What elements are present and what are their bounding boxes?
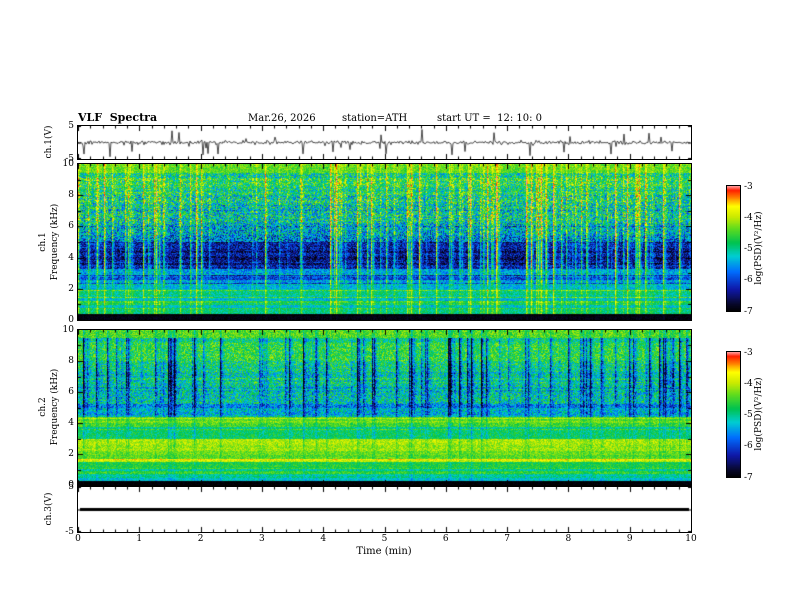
vlf-spectra-figure: VLF Spectra Mar.26, 2026 station=ATH sta… — [0, 0, 792, 612]
x-tick-label: 1 — [129, 534, 149, 544]
colorbar-tick-label: -6 — [744, 275, 764, 285]
wave3-y-tick-label: 5 — [56, 482, 74, 492]
wave1-y-tick-label: 5 — [56, 121, 74, 131]
ch1-waveform-canvas — [78, 126, 691, 159]
colorbar-tick-label: -5 — [744, 244, 764, 254]
ch1-spectrogram-panel — [78, 164, 691, 320]
x-tick-label: 10 — [681, 534, 701, 544]
colorbar-tick-label: -7 — [744, 307, 764, 317]
colorbar-tick-label: -6 — [744, 441, 764, 451]
spec1-y-tick-label: 8 — [56, 190, 74, 200]
spec2-y-tick-label: 6 — [56, 387, 74, 397]
colorbar-tick-label: -7 — [744, 473, 764, 483]
ch3-waveform-ylabel: ch.3(V) — [44, 487, 54, 531]
x-tick-label: 7 — [497, 534, 517, 544]
ch2-spectrogram-canvas — [78, 330, 691, 485]
spec2-y-tick-label: 4 — [56, 418, 74, 428]
x-tick-label: 2 — [191, 534, 211, 544]
spec1-y-tick-label: 2 — [56, 284, 74, 294]
spec1-y-tick-label: 0 — [56, 315, 74, 325]
ch2-spectrogram-ylabel-frequency: Frequency (kHz) — [50, 362, 60, 452]
ch3-waveform-canvas — [78, 487, 691, 532]
x-tick-label: 4 — [313, 534, 333, 544]
ch3-waveform-panel — [78, 487, 691, 532]
colorbar-ch2-canvas — [727, 352, 740, 477]
start-ut-label: start UT = 12: 10: 0 — [437, 113, 542, 124]
colorbar-ch2 — [727, 352, 740, 477]
x-tick-label: 5 — [375, 534, 395, 544]
colorbar-ch1-canvas — [727, 186, 740, 311]
x-tick-label: 6 — [436, 534, 456, 544]
x-axis-label: Time (min) — [344, 546, 424, 557]
colorbar-tick-label: -5 — [744, 410, 764, 420]
ch1-waveform-ylabel: ch.1(V) — [44, 120, 54, 164]
ch1-spectrogram-ylabel-channel: ch.1 — [38, 227, 48, 257]
colorbar-ch1 — [727, 186, 740, 311]
x-tick-label: 9 — [620, 534, 640, 544]
spec2-y-tick-label: 8 — [56, 356, 74, 366]
colorbar-tick-label: -3 — [744, 348, 764, 358]
ch1-spectrogram-canvas — [78, 164, 691, 320]
wave1-y-tick-label: -5 — [56, 154, 74, 164]
wave3-y-tick-label: -5 — [56, 527, 74, 537]
plot-date: Mar.26, 2026 — [248, 113, 316, 124]
spec2-y-tick-label: 10 — [56, 325, 74, 335]
colorbar-tick-label: -4 — [744, 379, 764, 389]
ch2-spectrogram-ylabel-channel: ch.2 — [38, 392, 48, 422]
ch1-waveform-panel — [78, 126, 691, 159]
x-tick-label: 3 — [252, 534, 272, 544]
colorbar-tick-label: -4 — [744, 213, 764, 223]
spec2-y-tick-label: 2 — [56, 449, 74, 459]
x-tick-label: 8 — [558, 534, 578, 544]
ch2-spectrogram-panel — [78, 330, 691, 485]
colorbar-tick-label: -3 — [744, 182, 764, 192]
spec1-y-tick-label: 4 — [56, 253, 74, 263]
spec1-y-tick-label: 6 — [56, 221, 74, 231]
station-label: station=ATH — [342, 113, 407, 124]
ch1-spectrogram-ylabel-frequency: Frequency (kHz) — [50, 197, 60, 287]
plot-title: VLF Spectra — [78, 111, 157, 124]
